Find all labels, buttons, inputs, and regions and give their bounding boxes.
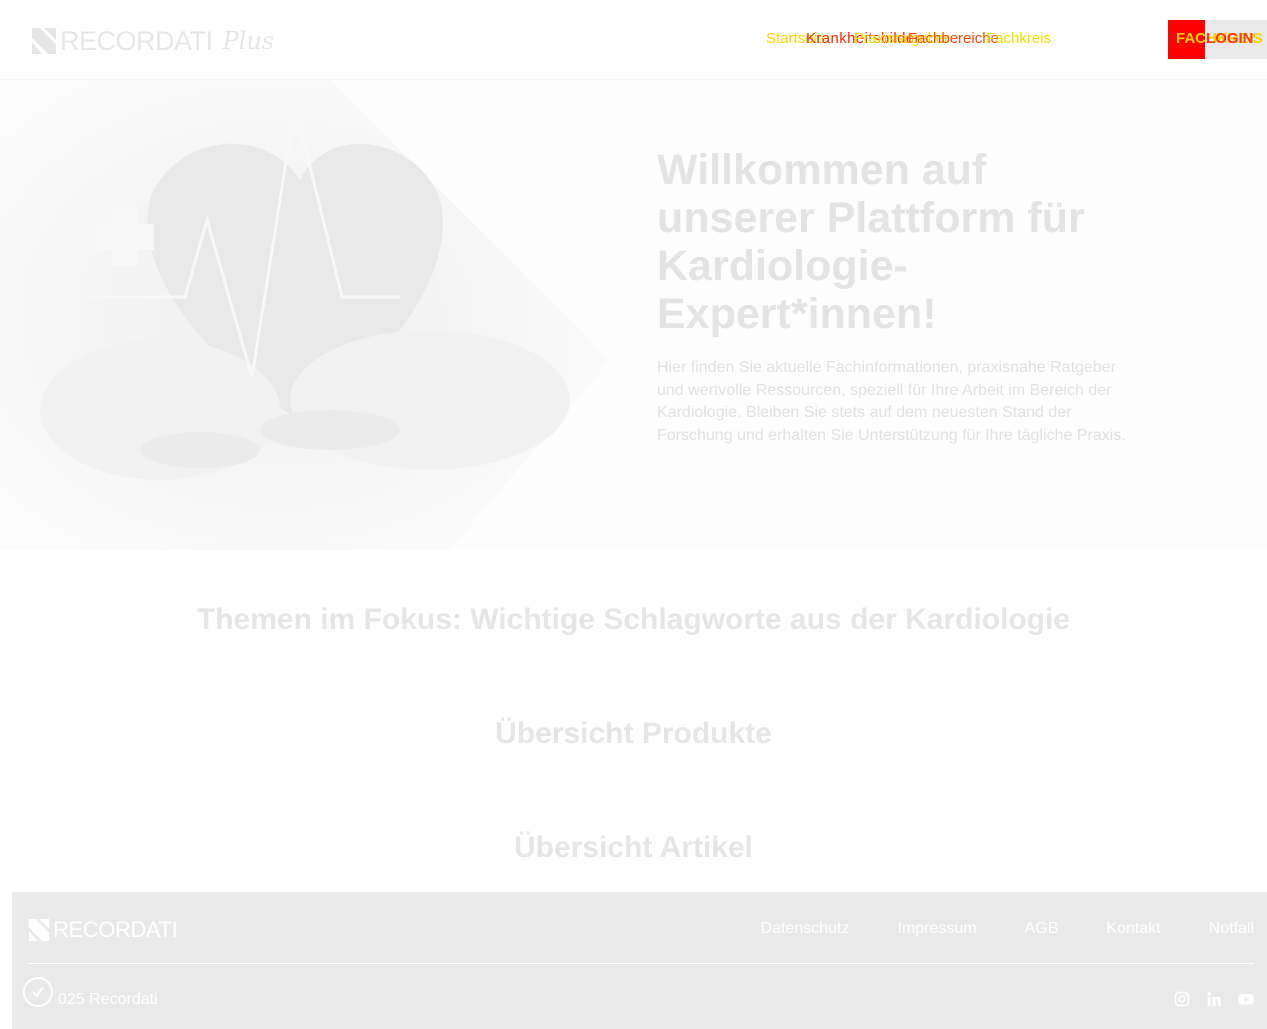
social-links (1174, 991, 1254, 1007)
footer-logo[interactable]: RECORDATI (28, 917, 178, 942)
footer-link-notfall[interactable]: Notfall (1209, 919, 1254, 939)
site-logo[interactable]: RECORDATI Plus (32, 26, 274, 56)
site-footer: RECORDATI Datenschutz Impressum AGB Kont… (12, 892, 1267, 1029)
recordati-logo-icon (28, 919, 50, 941)
hero-title: Willkommen auf unserer Plattform für Kar… (657, 146, 1085, 338)
brand-name: RECORDATI (60, 26, 213, 56)
recordati-logo-icon (32, 28, 56, 54)
linkedin-icon[interactable] (1206, 991, 1222, 1007)
main-nav: Startseite Krankheitsbilder Praxisratgeb… (766, 29, 1162, 51)
footer-brand-name: RECORDATI (53, 917, 178, 942)
youtube-icon[interactable] (1238, 991, 1254, 1007)
site-header: RECORDATI Plus Startseite Krankheitsbild… (0, 0, 1267, 80)
products-heading: Übersicht Produkte (495, 717, 772, 750)
hero-heart-hands-image (0, 80, 610, 550)
footer-divider (28, 963, 1254, 964)
cookie-settings-button[interactable] (23, 977, 53, 1007)
hero-section: Willkommen auf unserer Plattform für Kar… (0, 80, 1267, 550)
hero-description: Hier finden Sie aktuelle Fachinformation… (657, 359, 1126, 444)
copyright-text: 025 Recordati (58, 991, 158, 1008)
articles-heading: Übersicht Artikel (514, 831, 753, 864)
topics-heading: Themen im Fokus: Wichtige Schlagworte au… (196, 603, 1071, 636)
footer-link-impressum[interactable]: Impressum (897, 919, 976, 939)
cookie-check-icon (32, 986, 44, 998)
footer-link-agb[interactable]: AGB (1025, 919, 1059, 939)
footer-link-kontakt[interactable]: Kontakt (1106, 919, 1160, 939)
nav-item-fachkreis[interactable]: Fachkreis (986, 29, 1051, 49)
footer-link-datenschutz[interactable]: Datenschutz (761, 919, 850, 939)
login-button-label: LOGIN (1206, 30, 1254, 47)
footer-links: Datenschutz Impressum AGB Kontakt Notfal… (761, 919, 1254, 939)
instagram-icon[interactable] (1174, 991, 1190, 1007)
brand-suffix: Plus (222, 27, 275, 55)
